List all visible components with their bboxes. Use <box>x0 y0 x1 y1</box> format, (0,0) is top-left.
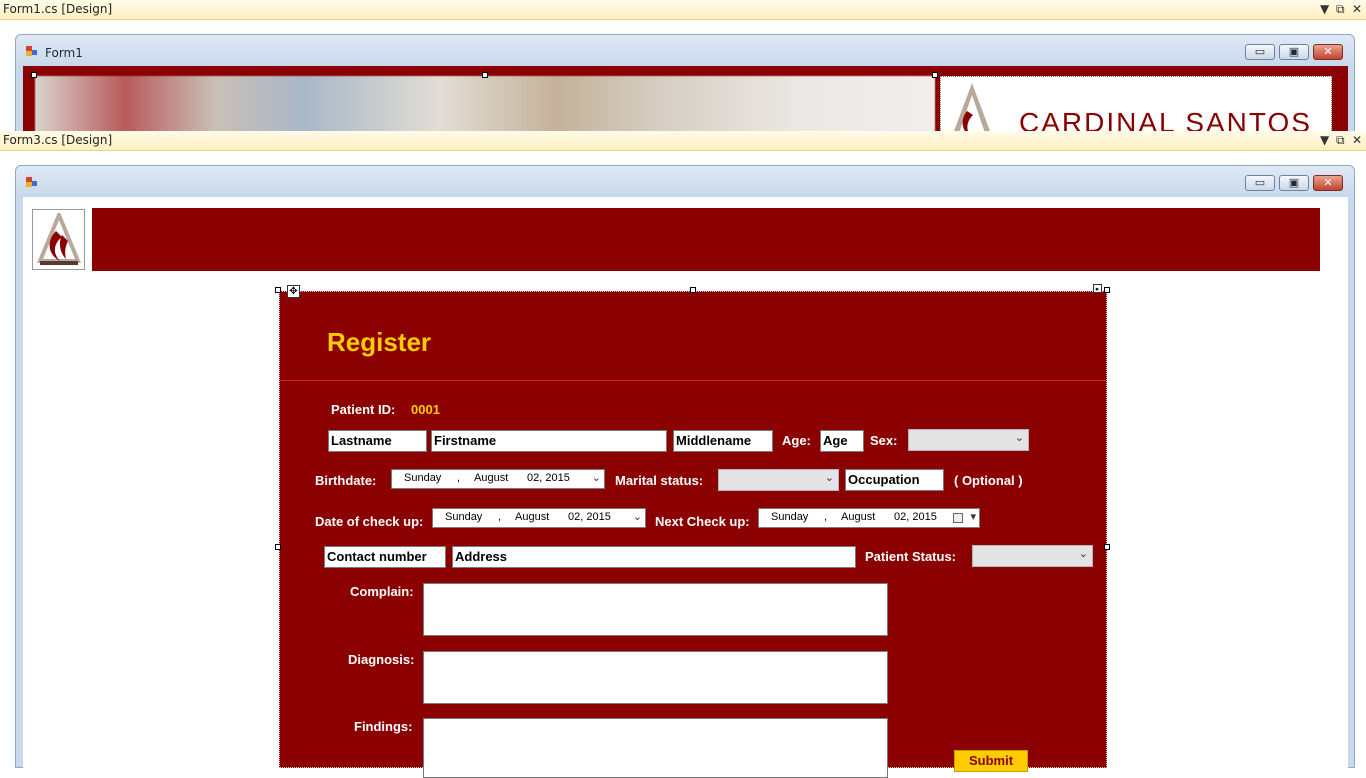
float-window-icon[interactable]: ⧉ <box>1336 132 1345 148</box>
form3-document-tab[interactable]: Form3.cs [Design] ▼ ⧉ ✕ <box>0 131 1366 151</box>
cardinal-santos-logo-panel: CARDINAL SANTOS <box>940 76 1332 135</box>
resize-handle <box>1104 287 1110 293</box>
next-checkup-day: Sunday <box>771 511 809 523</box>
close-tab-icon[interactable]: ✕ <box>1352 1 1362 17</box>
form1-tab-title: Form1.cs [Design] <box>3 2 113 16</box>
birthdate-picker[interactable]: Sunday , August 02, 2015 ⌄ <box>391 469 605 489</box>
resize-handle <box>1104 544 1110 550</box>
maximize-button[interactable]: ▣ <box>1279 44 1309 60</box>
optional-label: ( Optional ) <box>954 473 1023 488</box>
occupation-input[interactable]: Occupation <box>845 469 944 491</box>
patient-id-label: Patient ID: <box>331 402 396 417</box>
chevron-down-icon: ⌄ <box>1078 547 1088 560</box>
sex-label: Sex: <box>870 433 898 448</box>
sex-dropdown[interactable]: ⌄ <box>908 429 1029 451</box>
middlename-input[interactable]: Middlename <box>673 430 773 452</box>
chevron-down-icon: ⌄ <box>1014 431 1024 444</box>
checkup-date: 02, 2015 <box>568 511 611 523</box>
form3-tab-title: Form3.cs [Design] <box>3 133 113 147</box>
age-label: Age: <box>782 433 811 448</box>
form1-document-tab[interactable]: Form1.cs [Design] ▼ ⧉ ✕ <box>0 0 1366 20</box>
tab-dropdown-icon[interactable]: ▼ <box>1320 132 1329 148</box>
form-icon <box>26 177 38 187</box>
register-panel[interactable]: Register Patient ID: 0001 Lastname First… <box>279 291 1107 778</box>
checkup-date-label: Date of check up: <box>315 514 424 529</box>
maximize-button[interactable]: ▣ <box>1279 175 1309 191</box>
move-icon[interactable]: ✥ <box>287 285 300 298</box>
age-input[interactable]: Age <box>820 430 864 452</box>
minimize-button[interactable]: ▭ <box>1245 44 1275 60</box>
logo-picturebox <box>32 209 85 270</box>
marital-status-label: Marital status: <box>615 473 704 488</box>
chevron-down-icon: ⌄ <box>824 471 834 484</box>
next-checkup-picker[interactable]: Sunday , August 02, 2015 ▾ <box>758 508 980 528</box>
chevron-down-icon: ▾ <box>970 510 976 523</box>
header-strip <box>92 208 1320 271</box>
form1-title: Form1 <box>45 46 83 60</box>
resize-handle <box>275 544 281 550</box>
checkup-day: Sunday <box>445 511 483 523</box>
birthdate-month: August <box>474 472 509 484</box>
close-button[interactable]: ✕ <box>1313 44 1343 60</box>
form-icon <box>26 46 38 56</box>
close-button[interactable]: ✕ <box>1313 175 1343 191</box>
tab-dropdown-icon[interactable]: ▼ <box>1320 1 1329 17</box>
diagnosis-textarea[interactable] <box>423 651 888 704</box>
next-checkup-month: August <box>841 511 876 523</box>
checkup-month: August <box>515 511 550 523</box>
complain-textarea[interactable] <box>423 583 888 636</box>
resize-handle <box>275 287 281 293</box>
register-heading: Register <box>327 327 432 357</box>
checkup-date-picker[interactable]: Sunday , August 02, 2015 ⌄ <box>432 508 646 528</box>
smart-tag-icon[interactable]: ▸ <box>1093 284 1102 293</box>
birthdate-day: Sunday <box>404 472 442 484</box>
form1-banner: CARDINAL SANTOS <box>23 66 1348 135</box>
next-checkup-label: Next Check up: <box>655 514 750 529</box>
resize-handle <box>482 72 488 78</box>
form1-title-bar: Form1 ▭ ▣ ✕ <box>16 35 1354 65</box>
form1-window: Form1 ▭ ▣ ✕ CARDINAL SANTOS <box>15 34 1355 135</box>
minimize-button[interactable]: ▭ <box>1245 175 1275 191</box>
checkup-sep: , <box>498 511 502 523</box>
birthdate-date: 02, 2015 <box>527 472 570 484</box>
float-window-icon[interactable]: ⧉ <box>1336 1 1345 17</box>
findings-label: Findings: <box>354 719 413 734</box>
submit-button[interactable]: Submit <box>954 750 1028 772</box>
birthdate-sep: , <box>457 472 461 484</box>
complain-label: Complain: <box>350 584 414 599</box>
firstname-input[interactable]: Firstname <box>431 430 667 452</box>
cardinal-santos-logo-icon <box>952 83 992 134</box>
hospital-photo-banner <box>35 76 935 135</box>
findings-textarea[interactable] <box>423 718 888 778</box>
form3-title-bar: ▭ ▣ ✕ <box>16 166 1354 196</box>
patient-status-label: Patient Status: <box>865 549 957 564</box>
patient-status-dropdown[interactable]: ⌄ <box>972 545 1093 567</box>
chevron-down-icon: ⌄ <box>632 510 642 523</box>
next-checkup-sep: , <box>824 511 828 523</box>
resize-handle <box>932 72 938 78</box>
contact-number-input[interactable]: Contact number <box>324 546 446 568</box>
next-checkup-date: 02, 2015 <box>894 511 937 523</box>
birthdate-label: Birthdate: <box>315 473 377 488</box>
chevron-down-icon: ⌄ <box>591 471 601 484</box>
address-input[interactable]: Address <box>452 546 856 568</box>
resize-handle <box>31 72 37 78</box>
diagnosis-label: Diagnosis: <box>348 652 415 667</box>
patient-id-value: 0001 <box>411 402 440 417</box>
marital-status-dropdown[interactable]: ⌄ <box>718 469 839 491</box>
header-divider <box>280 380 1106 381</box>
close-tab-icon[interactable]: ✕ <box>1352 132 1362 148</box>
cardinal-santos-logo-icon <box>37 213 81 265</box>
resize-handle <box>690 287 696 293</box>
lastname-input[interactable]: Lastname <box>328 430 427 452</box>
calendar-icon[interactable] <box>953 513 963 523</box>
